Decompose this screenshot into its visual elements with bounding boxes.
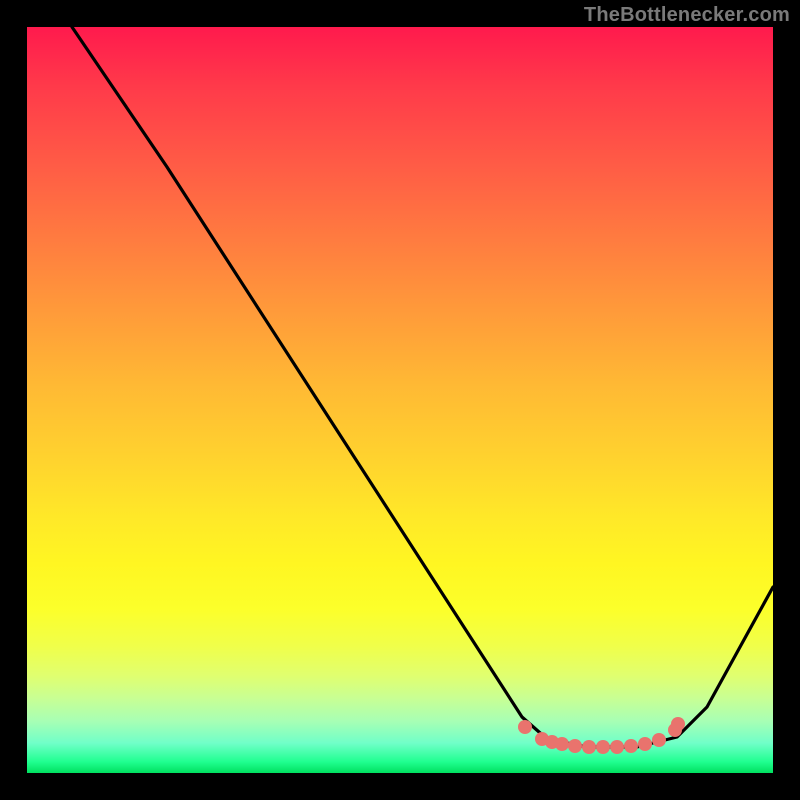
marker-dot xyxy=(568,739,582,753)
chart-frame: TheBottlenecker.com xyxy=(0,0,800,800)
bottleneck-curve xyxy=(72,27,773,747)
curve-layer xyxy=(27,27,773,773)
watermark-text: TheBottlenecker.com xyxy=(584,4,790,27)
marker-group xyxy=(518,717,685,754)
plot-area xyxy=(27,27,773,773)
marker-dot xyxy=(610,740,624,754)
marker-dot xyxy=(624,739,638,753)
marker-dot xyxy=(652,733,666,747)
marker-dot xyxy=(582,740,596,754)
marker-dot xyxy=(638,737,652,751)
marker-dot xyxy=(555,737,569,751)
marker-dot xyxy=(518,720,532,734)
marker-dot xyxy=(596,740,610,754)
marker-dot xyxy=(671,717,685,731)
